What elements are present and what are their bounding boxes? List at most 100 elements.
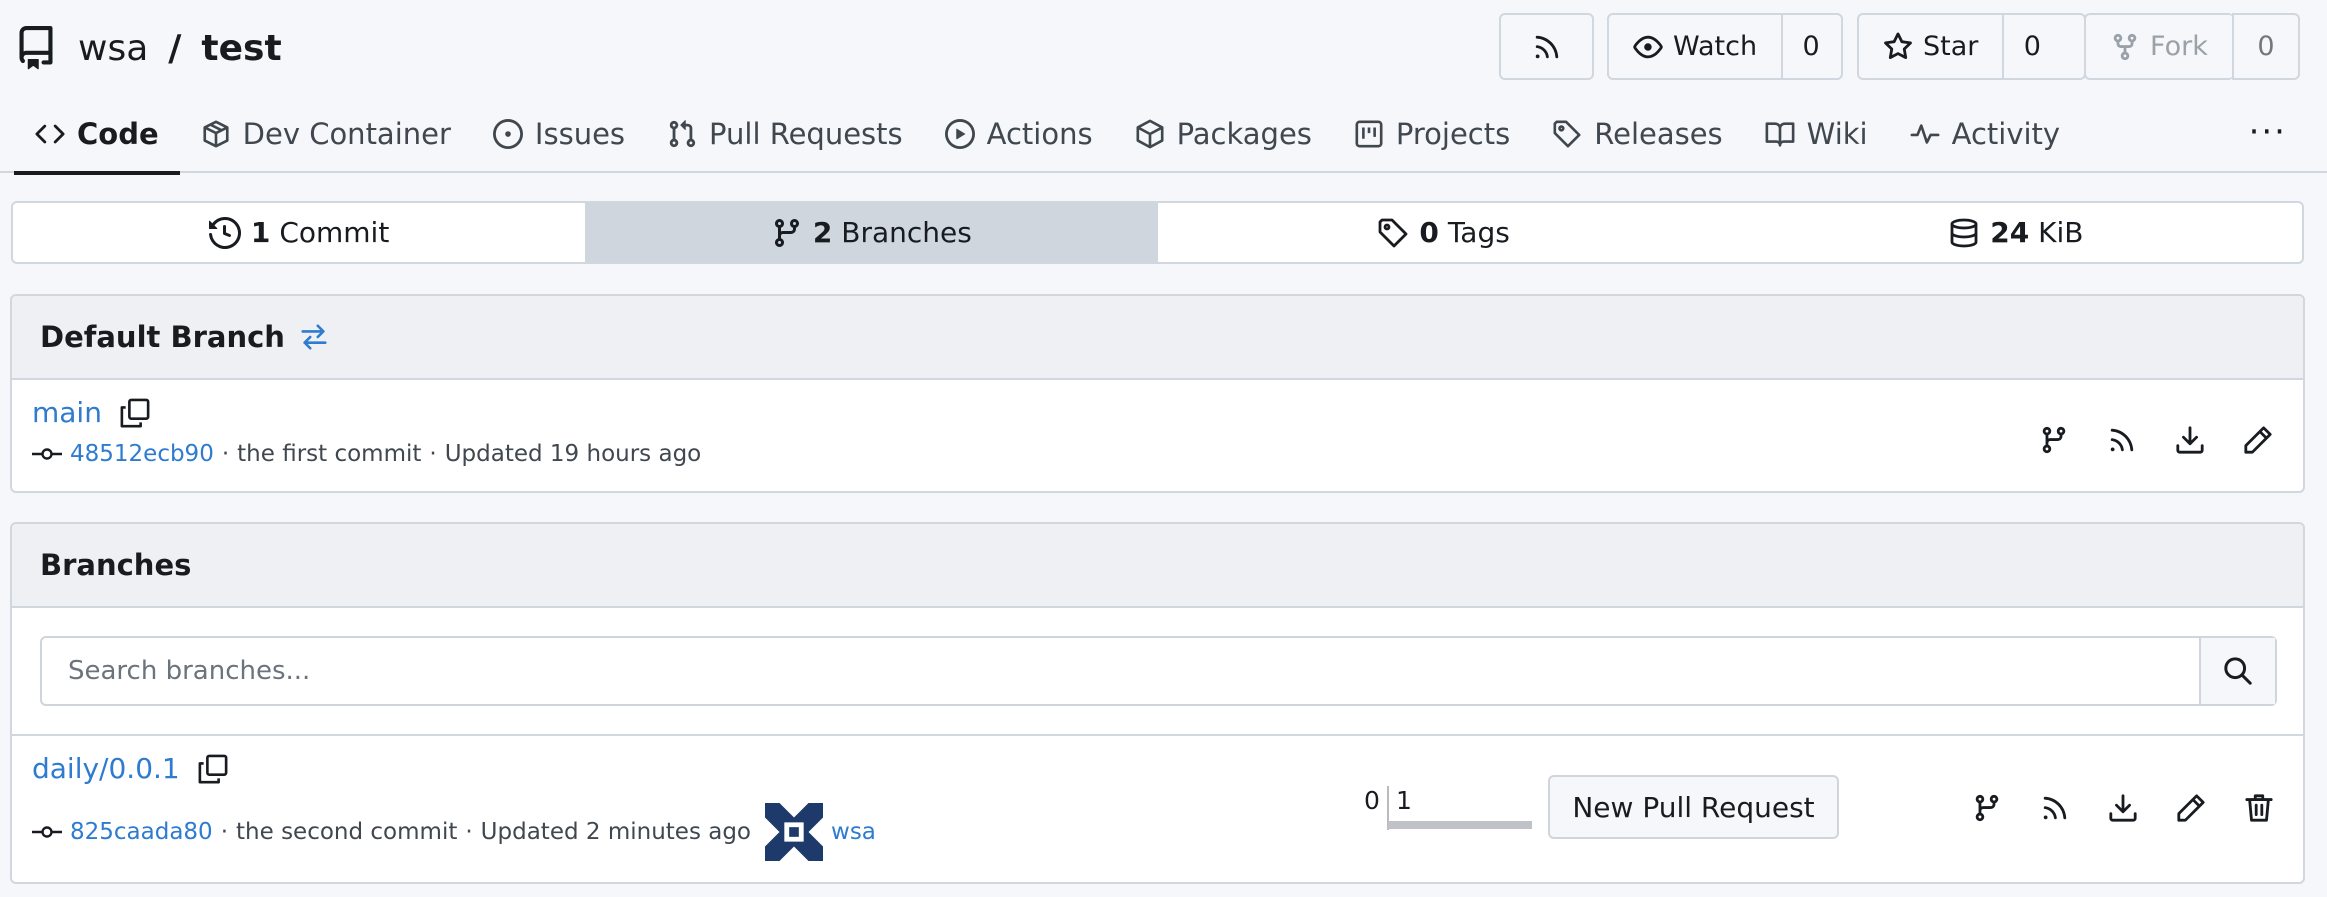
- author-link[interactable]: wsa: [831, 819, 876, 845]
- watch-button[interactable]: Watch 0: [1607, 13, 1843, 80]
- pencil-icon[interactable]: [2243, 425, 2273, 455]
- size-unit: KiB: [2038, 216, 2084, 249]
- tab-label: Code: [77, 117, 159, 151]
- star-count[interactable]: 0: [2002, 15, 2060, 78]
- branches-panel: Branches daily/0.0.1 825caada80 · the se…: [10, 522, 2305, 884]
- default-branch-row: main 48512ecb90 · the first commit · Upd…: [32, 396, 701, 467]
- trash-icon[interactable]: [2244, 793, 2274, 823]
- download-icon[interactable]: [2108, 793, 2138, 823]
- meta-sep: ·: [465, 819, 473, 845]
- tab-label: Wiki: [1806, 117, 1868, 151]
- history-icon: [208, 216, 241, 249]
- avatar[interactable]: [765, 803, 824, 861]
- branch-name-link[interactable]: daily/0.0.1: [32, 752, 180, 785]
- stat-commits[interactable]: 1 Commit: [13, 203, 585, 262]
- play-icon: [944, 119, 975, 149]
- project-icon: [1355, 120, 1383, 148]
- pencil-icon[interactable]: [2176, 793, 2206, 823]
- tag-icon: [1379, 218, 1408, 247]
- rss-icon[interactable]: [2040, 793, 2070, 823]
- tab-releases[interactable]: Releases: [1531, 95, 1743, 173]
- repo-tabs: Code Dev Container Issues Pull Requests …: [14, 95, 2081, 175]
- ahead-bar: [1388, 821, 1532, 829]
- repo-title: wsa / test: [14, 18, 282, 78]
- watch-count[interactable]: 0: [1781, 15, 1839, 78]
- default-branch-name-link[interactable]: main: [32, 396, 102, 429]
- branch-actions: [1972, 793, 2274, 823]
- stat-branches[interactable]: 2 Branches: [585, 203, 1158, 262]
- rss-icon: [1535, 35, 1558, 58]
- rss-icon[interactable]: [2107, 425, 2137, 455]
- updated-time: Updated 2 minutes ago: [480, 819, 752, 845]
- new-pull-request-button[interactable]: New Pull Request: [1548, 775, 1839, 839]
- repo-icon: [19, 26, 53, 70]
- commit-sha-link[interactable]: 48512ecb90: [70, 441, 214, 467]
- tab-label: Releases: [1594, 117, 1723, 151]
- container-icon: [203, 120, 229, 148]
- rss-feed-button[interactable]: [1499, 13, 1594, 80]
- commit-icon: [32, 448, 62, 460]
- tab-label: Pull Requests: [709, 117, 903, 151]
- eye-icon: [1633, 35, 1663, 58]
- search-icon: [2224, 657, 2252, 685]
- tab-wiki[interactable]: Wiki: [1744, 95, 1889, 173]
- tab-projects[interactable]: Projects: [1333, 95, 1531, 173]
- tab-dev-container[interactable]: Dev Container: [180, 95, 472, 173]
- meta-sep: ·: [429, 441, 437, 467]
- commit-divergence[interactable]: 0 1: [1364, 778, 1532, 834]
- divider: [12, 734, 2303, 736]
- create-branch-icon[interactable]: [2039, 425, 2069, 455]
- package-icon: [1136, 119, 1164, 149]
- branch-count: 2: [812, 216, 833, 249]
- tab-issues[interactable]: Issues: [472, 95, 646, 173]
- repo-name-link[interactable]: test: [201, 28, 281, 69]
- repo-owner-link[interactable]: wsa: [78, 28, 148, 69]
- fork-icon: [2113, 33, 2137, 60]
- tab-label: Activity: [1951, 117, 2061, 151]
- tab-label: Dev Container: [242, 117, 451, 151]
- tab-activity[interactable]: Activity: [1889, 95, 2081, 173]
- branch-row: daily/0.0.1 825caada80 · the second comm…: [32, 752, 876, 861]
- book-icon: [1765, 122, 1795, 147]
- meta-sep: ·: [221, 441, 230, 467]
- download-icon[interactable]: [2175, 425, 2205, 455]
- star-button[interactable]: Star 0: [1857, 13, 2086, 80]
- tag-icon: [1553, 120, 1581, 148]
- star-label: Star: [1923, 31, 1979, 62]
- tab-pull-requests[interactable]: Pull Requests: [646, 95, 924, 173]
- branch-search-input[interactable]: [42, 638, 2199, 704]
- switch-arrows-icon[interactable]: [299, 322, 329, 352]
- star-icon: [1884, 31, 1912, 59]
- tab-code[interactable]: Code: [14, 95, 180, 175]
- repo-header: wsa / test Watch 0 Star 0 Fork 0 Code De…: [0, 0, 2327, 175]
- stat-tags[interactable]: 0 Tags: [1158, 203, 1730, 262]
- commit-message: the first commit: [237, 441, 422, 467]
- branch-label: Branches: [841, 216, 972, 249]
- tab-label: Packages: [1176, 117, 1312, 151]
- issue-icon: [492, 119, 523, 149]
- branch-search-button[interactable]: [2199, 638, 2275, 704]
- default-branch-heading: Default Branch: [12, 296, 2303, 380]
- fork-count[interactable]: 0: [2234, 15, 2298, 78]
- updated-time: Updated 19 hours ago: [444, 441, 702, 467]
- behind-count: 0: [1364, 786, 1380, 815]
- tab-actions[interactable]: Actions: [924, 95, 1114, 173]
- branch-icon: [774, 218, 799, 247]
- pulse-icon: [1910, 124, 1940, 144]
- fork-button[interactable]: Fork: [2084, 13, 2234, 80]
- repo-stats-bar: 1 Commit 2 Branches 0 Tags 24 KiB: [11, 201, 2304, 264]
- fork-count-box[interactable]: 0: [2232, 13, 2300, 80]
- copy-icon[interactable]: [198, 754, 228, 784]
- branches-heading: Branches: [12, 524, 2303, 608]
- commit-sha-link[interactable]: 825caada80: [70, 819, 213, 845]
- branches-title: Branches: [40, 548, 192, 582]
- tab-label: Issues: [534, 117, 626, 151]
- branch-search: [40, 636, 2277, 706]
- tab-packages[interactable]: Packages: [1114, 95, 1333, 173]
- more-menu-button[interactable]: ···: [2249, 112, 2287, 152]
- meta-sep: ·: [220, 819, 229, 845]
- stat-size: 24 KiB: [1730, 203, 2302, 262]
- default-branch-title: Default Branch: [40, 320, 285, 354]
- create-branch-icon[interactable]: [1972, 793, 2002, 823]
- copy-icon[interactable]: [120, 398, 150, 428]
